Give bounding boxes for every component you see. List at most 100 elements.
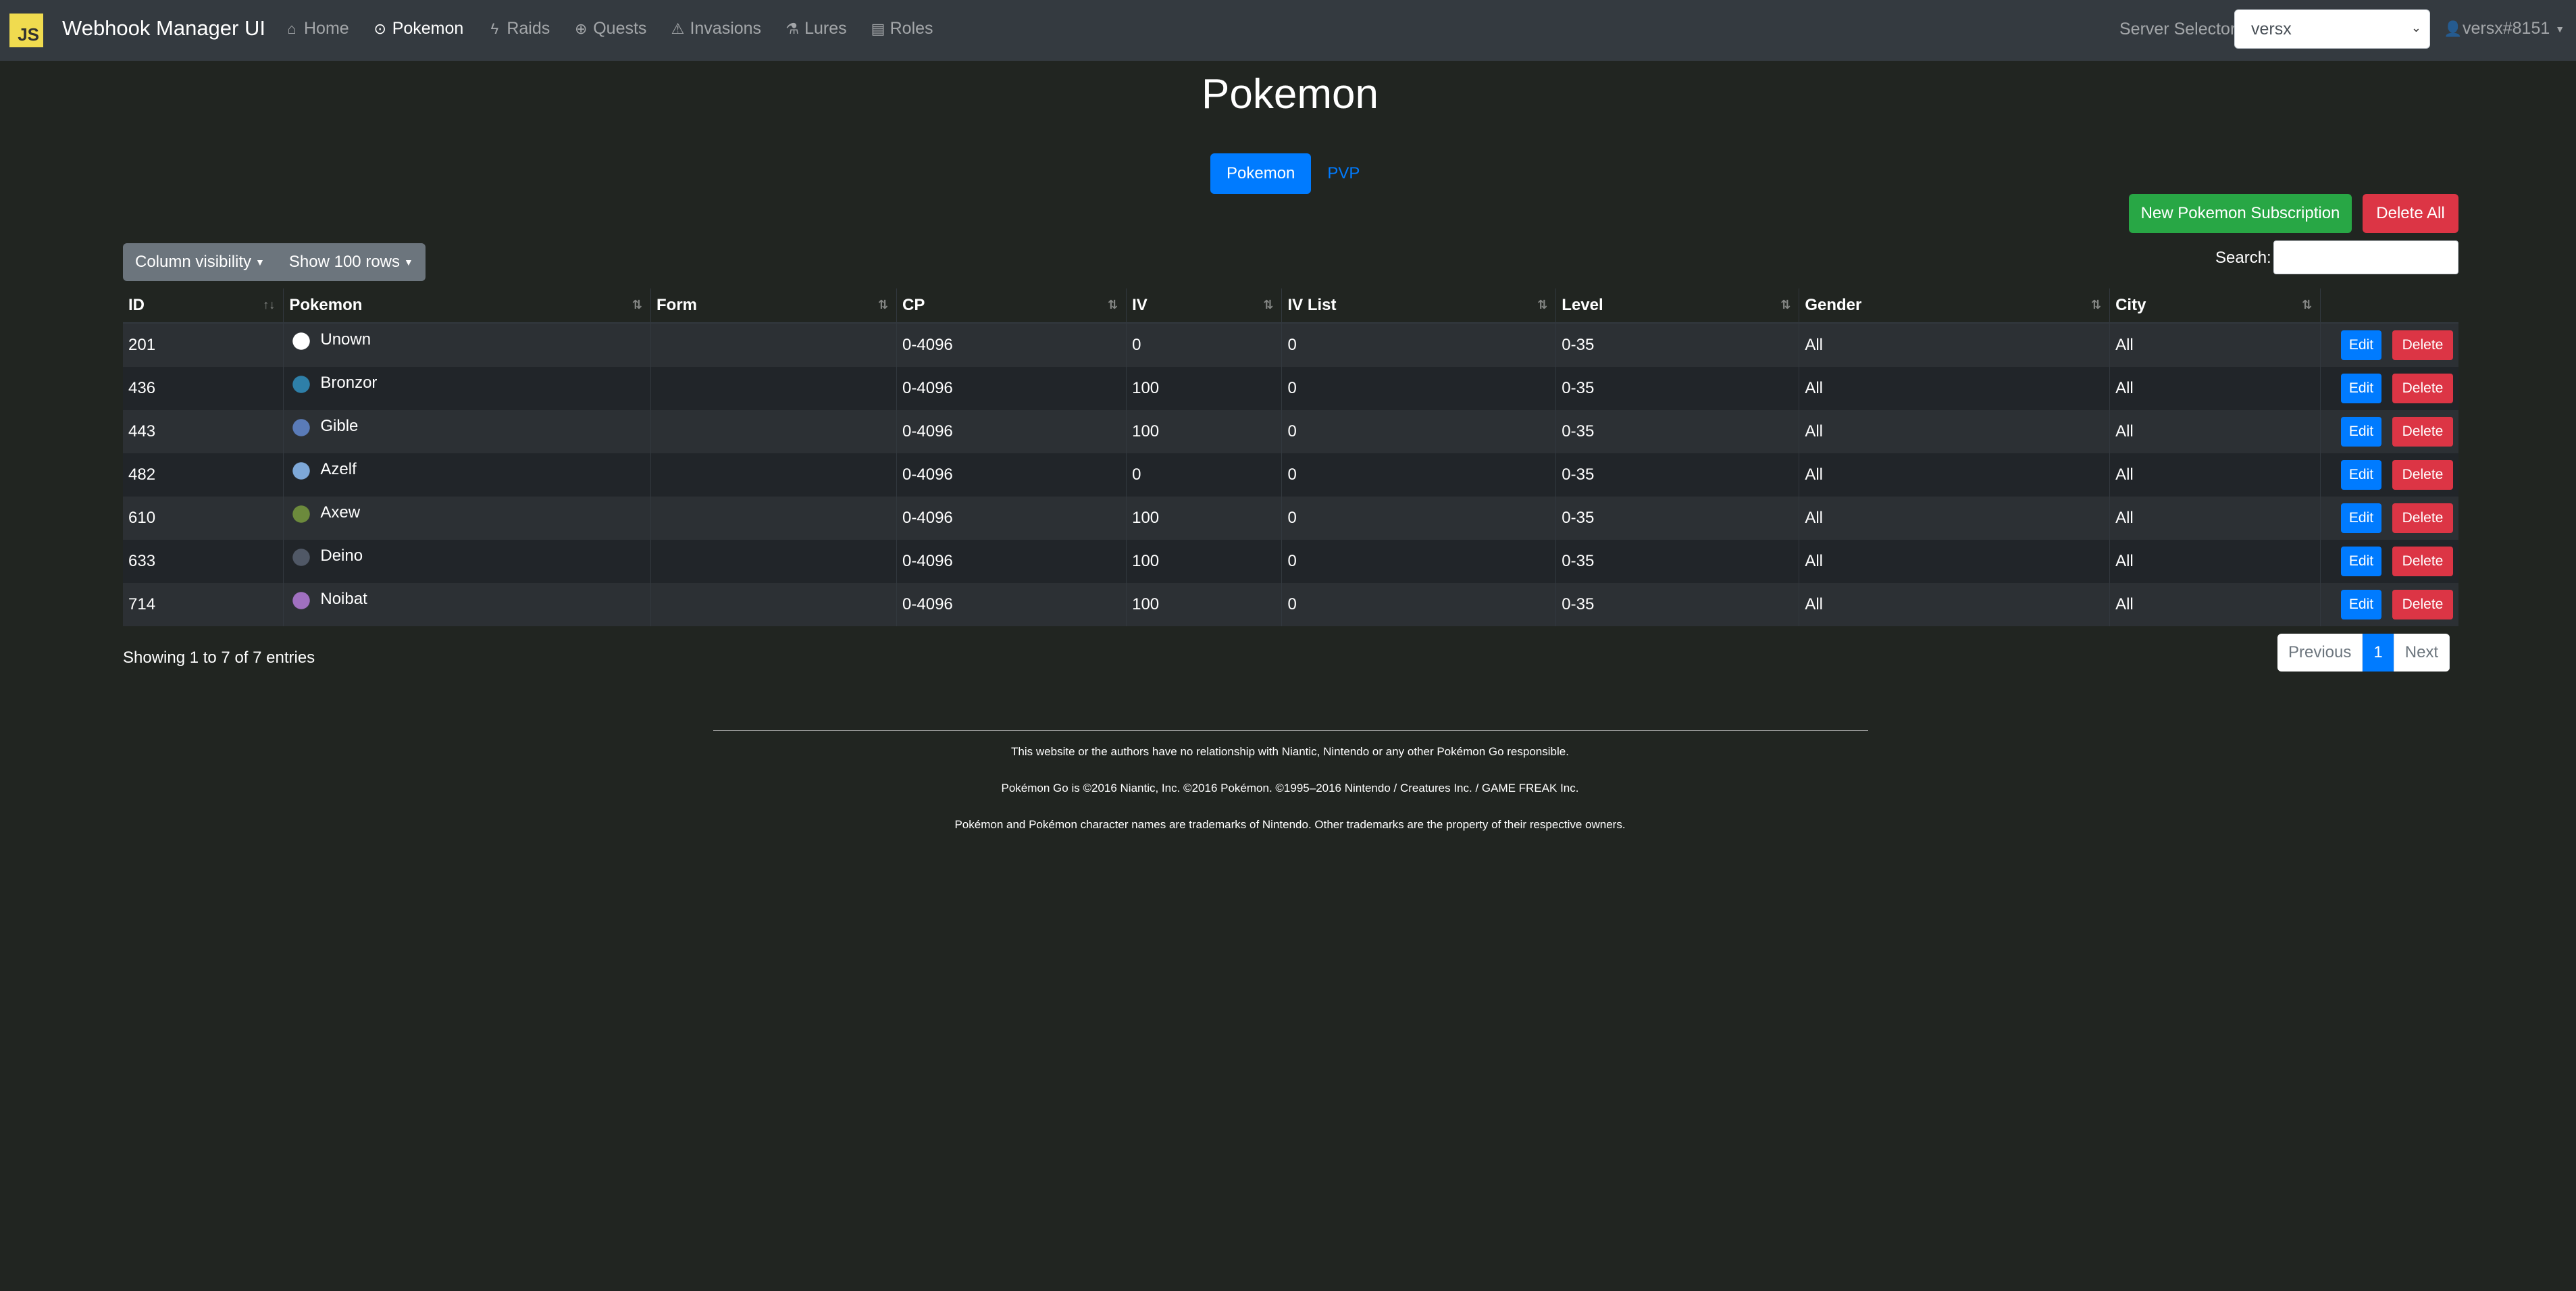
nav-home[interactable]: ⌂ Home (285, 19, 349, 39)
table-row: 714 Noibat 0-4096 100 0 0-35 All All Edit Delete (123, 583, 2458, 626)
col-iv[interactable]: IV ⇅ (1126, 288, 1283, 324)
cell-id: 443 (123, 410, 284, 453)
previous-button[interactable]: Previous (2277, 634, 2363, 672)
delete-button[interactable]: Delete (2392, 374, 2453, 403)
caret-down-icon: ▼ (404, 257, 413, 268)
nav-raids-label: Raids (507, 19, 550, 38)
server-select[interactable]: versx ⌄ (2234, 9, 2430, 49)
cell-pokemon: Azelf (283, 453, 652, 497)
next-button[interactable]: Next (2394, 634, 2450, 672)
pokemon-sprite-icon (289, 374, 317, 401)
js-logo[interactable]: JS (9, 14, 43, 47)
edit-button[interactable]: Edit (2341, 547, 2381, 576)
delete-button[interactable]: Delete (2392, 330, 2453, 360)
cell-iv: 100 (1126, 497, 1283, 540)
tab-pvp[interactable]: PVP (1311, 153, 1376, 194)
col-gender[interactable]: Gender ⇅ (1799, 288, 2111, 324)
home-icon: ⌂ (287, 20, 297, 37)
server-select-value: versx (2251, 19, 2292, 39)
cell-actions: Edit Delete (2320, 410, 2458, 453)
nav-invasions[interactable]: ⚠ Invasions (671, 19, 762, 39)
page-1-button[interactable]: 1 (2363, 634, 2394, 672)
cell-form (650, 367, 898, 410)
col-actions (2320, 288, 2458, 324)
page-title: Pokemon (1202, 71, 1379, 118)
cell-gender: All (1799, 583, 2111, 626)
delete-button[interactable]: Delete (2392, 503, 2453, 533)
nav-roles[interactable]: ▤ Roles (871, 19, 933, 39)
cell-pokemon: Gible (283, 410, 652, 453)
col-city-label: City (2115, 296, 2146, 314)
col-cp-label: CP (902, 296, 925, 314)
cell-actions: Edit Delete (2320, 367, 2458, 410)
col-pokemon-label: Pokemon (289, 296, 363, 314)
col-cp[interactable]: CP ⇅ (896, 288, 1127, 324)
edit-button[interactable]: Edit (2341, 417, 2381, 447)
subscriptions-table: ID ↑↓ Pokemon ⇅ Form ⇅ CP ⇅ IV ⇅ IV List ⇅ Lev… (123, 288, 2458, 626)
tab-pokemon[interactable]: Pokemon (1210, 153, 1312, 194)
sort-icon: ⇅ (632, 298, 643, 311)
col-pokemon[interactable]: Pokemon ⇅ (283, 288, 652, 324)
sort-icon: ⇅ (877, 298, 889, 311)
nav-pokemon[interactable]: ⊙ Pokemon (373, 19, 463, 39)
delete-button[interactable]: Delete (2392, 417, 2453, 447)
nav-quests[interactable]: ⊕ Quests (574, 19, 646, 39)
nav-lures[interactable]: ⚗ Lures (785, 19, 846, 39)
cell-pokemon: Noibat (283, 583, 652, 626)
sort-icon: ⇅ (1780, 298, 1791, 311)
table-row: 633 Deino 0-4096 100 0 0-35 All All Edit Delete (123, 540, 2458, 583)
edit-button[interactable]: Edit (2341, 460, 2381, 490)
sort-icon: ⇅ (1263, 298, 1274, 311)
cell-iv-list: 0 (1281, 410, 1557, 453)
col-city[interactable]: City ⇅ (2109, 288, 2321, 324)
col-iv-list[interactable]: IV List ⇅ (1281, 288, 1557, 324)
delete-button[interactable]: Delete (2392, 590, 2453, 619)
cell-pokemon: Bronzor (283, 367, 652, 410)
pokemon-name: Noibat (320, 590, 367, 608)
cell-id: 610 (123, 497, 284, 540)
pokemon-wrapper: Deino (289, 540, 645, 583)
edit-button[interactable]: Edit (2341, 503, 2381, 533)
user-icon: 👤 (2444, 20, 2463, 37)
delete-button[interactable]: Delete (2392, 460, 2453, 490)
edit-button[interactable]: Edit (2341, 374, 2381, 403)
cell-cp: 0-4096 (896, 410, 1127, 453)
server-selector-label: Server Selector (2119, 20, 2236, 39)
new-subscription-button[interactable]: New Pokemon Subscription (2129, 194, 2352, 233)
col-id[interactable]: ID ↑↓ (123, 288, 284, 324)
pagination: Previous 1 Next (2277, 634, 2450, 672)
nav-home-label: Home (304, 19, 349, 38)
pokemon-sprite-icon (289, 417, 317, 444)
col-level[interactable]: Level ⇅ (1555, 288, 1800, 324)
search-label: Search: (2215, 249, 2271, 267)
nav-raids[interactable]: ϟ Raids (488, 19, 550, 39)
column-visibility-button[interactable]: Column visibility ▼ (123, 243, 277, 281)
col-form[interactable]: Form ⇅ (650, 288, 898, 324)
delete-all-button[interactable]: Delete All (2363, 194, 2458, 233)
cell-form (650, 410, 898, 453)
col-gender-label: Gender (1805, 296, 1862, 314)
navbar: JS Webhook Manager UI ⌂ Home ⊙ Pokemon ϟ… (0, 0, 2576, 61)
edit-button[interactable]: Edit (2341, 590, 2381, 619)
show-rows-button[interactable]: Show 100 rows ▼ (277, 243, 426, 281)
bolt-icon: ϟ (490, 20, 499, 37)
cell-cp: 0-4096 (896, 497, 1127, 540)
search-input[interactable] (2273, 241, 2458, 274)
cell-pokemon: Deino (283, 540, 652, 583)
pokemon-name: Axew (320, 503, 361, 522)
cell-pokemon: Axew (283, 497, 652, 540)
caret-down-icon: ▼ (255, 257, 265, 268)
delete-button[interactable]: Delete (2392, 547, 2453, 576)
edit-button[interactable]: Edit (2341, 330, 2381, 360)
cell-city: All (2109, 367, 2321, 410)
footer-copyright: Pokémon Go is ©2016 Niantic, Inc. ©2016 … (1001, 782, 1579, 794)
cell-gender: All (1799, 323, 2111, 367)
table-header-row: ID ↑↓ Pokemon ⇅ Form ⇅ CP ⇅ IV ⇅ IV List ⇅ Lev… (123, 288, 2458, 324)
brand-title[interactable]: Webhook Manager UI (62, 16, 265, 41)
cell-form (650, 583, 898, 626)
cell-form (650, 323, 898, 367)
pokemon-sprite-icon (289, 590, 317, 617)
table-row: 436 Bronzor 0-4096 100 0 0-35 All All Edit Delete (123, 367, 2458, 410)
user-menu[interactable]: 👤 versx#8151 ▼ (2444, 19, 2565, 39)
cell-gender: All (1799, 367, 2111, 410)
